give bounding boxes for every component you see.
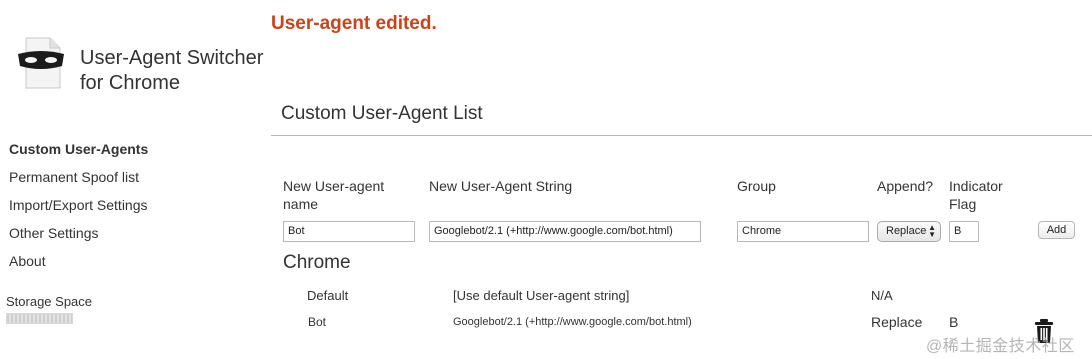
sidebar-item-other-settings[interactable]: Other Settings: [9, 219, 148, 247]
indicator-flag-input[interactable]: B: [949, 221, 979, 242]
column-header-string: New User-Agent String: [429, 178, 573, 194]
sidebar-item-about[interactable]: About: [9, 247, 148, 275]
row-bot-flag: B: [949, 314, 959, 330]
sidebar-nav: Custom User-Agents Permanent Spoof list …: [9, 135, 148, 275]
column-header-name: New User-agent name: [283, 178, 385, 212]
column-header-append: Append?: [877, 178, 934, 194]
group-title: Chrome: [283, 252, 351, 273]
sidebar-item-permanent-spoof-list[interactable]: Permanent Spoof list: [9, 163, 148, 191]
watermark-text: @稀土掘金技术社区: [926, 338, 1075, 355]
sidebar-item-import-export-settings[interactable]: Import/Export Settings: [9, 191, 148, 219]
add-button[interactable]: Add: [1038, 221, 1075, 239]
status-message: User-agent edited.: [271, 13, 437, 34]
storage-space-label: Storage Space: [6, 294, 93, 309]
user-agent-name-input[interactable]: Bot: [283, 221, 415, 242]
column-header-flag: Indicator Flag: [949, 178, 1003, 212]
sidebar-item-custom-user-agents[interactable]: Custom User-Agents: [9, 135, 148, 163]
storage-space-bar: [6, 313, 73, 324]
mask-logo-icon: [18, 37, 64, 89]
user-agent-string-input[interactable]: Googlebot/2.1 (+http://www.google.com/bo…: [429, 221, 701, 242]
row-default-string: [Use default User-agent string]: [453, 288, 630, 303]
row-default-name: Default: [307, 288, 349, 303]
group-input[interactable]: Chrome: [737, 221, 869, 242]
app-title-line1: User-Agent Switcher: [80, 47, 264, 69]
app-title-line2: for Chrome: [80, 72, 181, 94]
app-title: User-Agent Switcher for Chrome: [80, 46, 263, 96]
append-select[interactable]: Replace ▲ ▼: [877, 221, 941, 242]
row-bot-string: Googlebot/2.1 (+http://www.google.com/bo…: [453, 316, 692, 328]
select-arrows-icon: ▲ ▼: [928, 223, 936, 239]
page-title: Custom User-Agent List: [281, 103, 483, 124]
title-divider: [271, 135, 1092, 136]
row-bot-append: Replace: [871, 314, 923, 330]
row-bot-name: Bot: [308, 315, 327, 329]
append-select-value: Replace: [886, 225, 927, 237]
column-header-group: Group: [737, 178, 776, 194]
row-default-append: N/A: [871, 288, 893, 303]
